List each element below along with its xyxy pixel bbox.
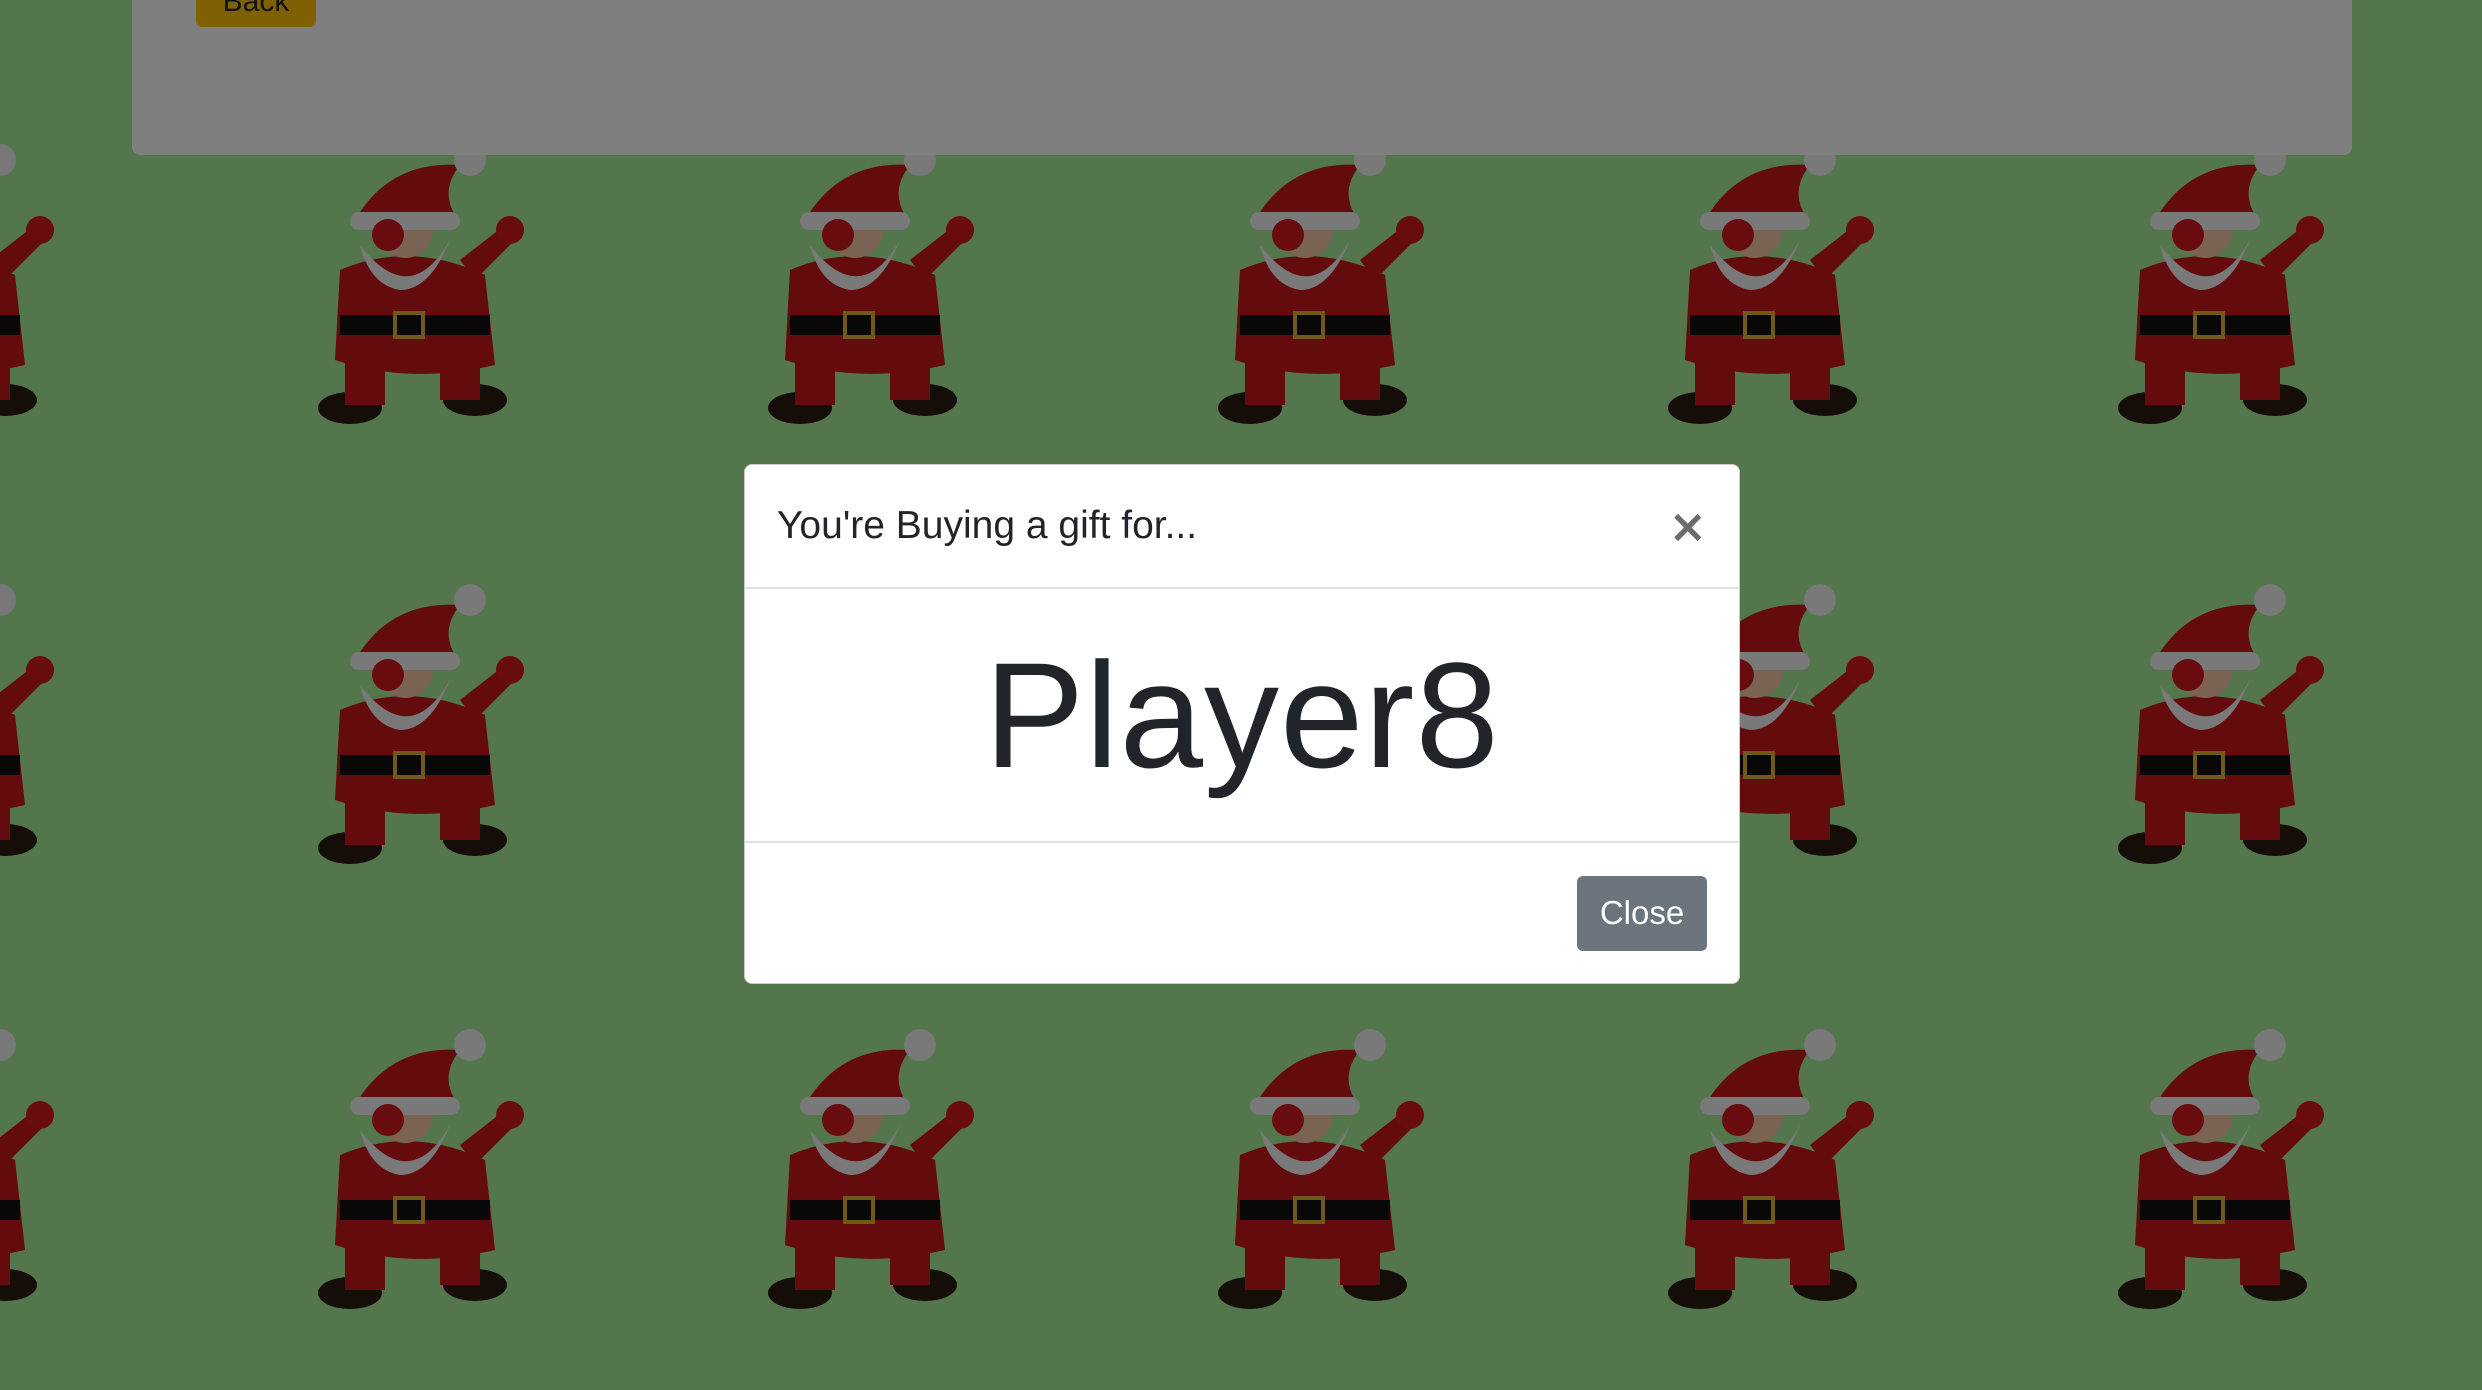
modal-header: You're Buying a gift for... × (745, 465, 1739, 589)
close-icon[interactable]: × (1668, 503, 1707, 549)
close-button[interactable]: Close (1577, 875, 1707, 951)
modal-footer: Close (745, 843, 1739, 983)
gift-recipient-modal: You're Buying a gift for... × Player8 Cl… (744, 464, 1740, 984)
modal-body: Player8 (745, 589, 1739, 843)
recipient-player-name: Player8 (984, 630, 1500, 799)
page: Back You're Buying a gift for... × Playe… (0, 0, 2482, 1390)
modal-title: You're Buying a gift for... (777, 504, 1198, 547)
